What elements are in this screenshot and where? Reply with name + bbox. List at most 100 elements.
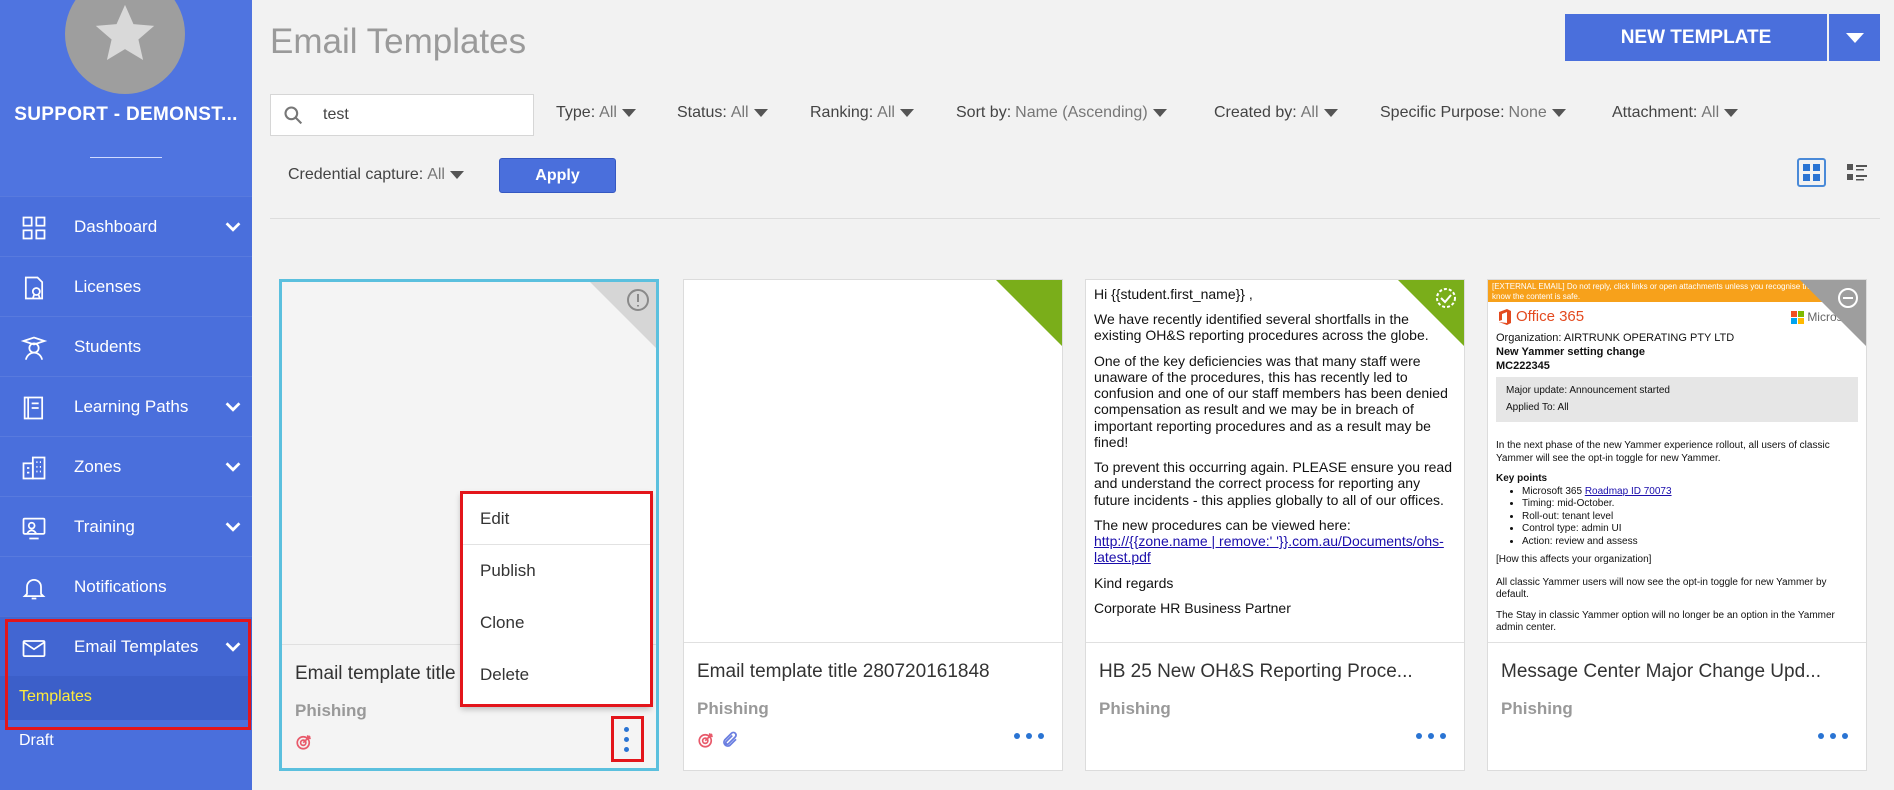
search-box[interactable] <box>270 94 534 136</box>
template-tags <box>295 733 313 751</box>
sidebar-item-zones[interactable]: Zones <box>0 436 252 496</box>
email-signoff: Corporate HR Business Partner <box>1094 599 1291 616</box>
chevron-down-icon[interactable] <box>222 636 244 658</box>
divider <box>90 157 162 158</box>
more-options-button[interactable] <box>1818 731 1848 741</box>
caret-down-icon <box>449 171 464 179</box>
dashboard-icon <box>22 216 46 240</box>
minus-circle-icon <box>1838 288 1858 308</box>
sidebar-item-students[interactable]: Students <box>0 316 252 376</box>
grid-icon <box>1803 164 1820 181</box>
email-paragraph: To prevent this occurring again. PLEASE … <box>1094 459 1452 508</box>
filter-label: Sort by: <box>956 104 1012 121</box>
sidebar-item-notifications[interactable]: Notifications <box>0 556 252 616</box>
target-icon <box>698 733 713 748</box>
email-message-id: MC222345 <box>1496 359 1550 372</box>
sidebar-item-licenses[interactable]: Licenses <box>0 256 252 316</box>
search-icon <box>284 106 303 125</box>
menu-item-publish[interactable]: Publish <box>461 545 651 597</box>
organization-name[interactable]: SUPPORT - DEMONST... <box>0 104 252 126</box>
bell-icon <box>22 578 46 600</box>
template-type: Phishing <box>1099 699 1171 718</box>
email-update-box: Major update: Announcement started Appli… <box>1496 377 1858 423</box>
template-card[interactable]: Hi {{student.first_name}} , We have rece… <box>1085 279 1465 771</box>
list-view-icon[interactable] <box>1845 160 1869 184</box>
template-preview[interactable]: [EXTERNAL EMAIL] Do not reply, click lin… <box>1488 280 1866 642</box>
template-title[interactable]: Message Center Major Change Upd... <box>1501 661 1821 683</box>
dot <box>1428 733 1434 739</box>
caret-down-icon <box>1152 109 1167 117</box>
status-corner <box>996 280 1062 346</box>
list-item: Timing: mid-October. <box>1522 498 1866 511</box>
filter-label: Type: <box>556 104 596 121</box>
email-link[interactable]: http://{{zone.name | remove:' '}}.com.au… <box>1094 533 1444 565</box>
menu-item-edit[interactable]: Edit <box>461 493 651 545</box>
chevron-down-icon[interactable] <box>222 516 244 538</box>
sidebar-item-label: Notifications <box>74 576 167 596</box>
template-preview[interactable]: Hi {{student.first_name}} , We have rece… <box>1086 280 1464 642</box>
chevron-down-icon[interactable] <box>222 456 244 478</box>
page-title: Email Templates <box>270 22 527 61</box>
filter-sort-by[interactable]: Sort by: Name (Ascending) <box>956 104 1167 122</box>
new-template-button[interactable]: NEW TEMPLATE <box>1565 14 1827 61</box>
filter-type[interactable]: Type: All <box>556 104 636 122</box>
template-card[interactable]: Email template title 280720161848 Phishi… <box>683 279 1063 771</box>
search-input[interactable] <box>323 103 523 127</box>
star-icon <box>95 4 155 60</box>
filter-ranking[interactable]: Ranking: All <box>810 104 914 122</box>
sidebar-item-email-templates[interactable]: Email Templates <box>0 616 252 676</box>
dot <box>1818 733 1824 739</box>
template-tags <box>697 731 739 749</box>
menu-item-delete[interactable]: Delete <box>461 649 651 701</box>
template-preview[interactable] <box>684 280 1062 642</box>
sidebar-item-label: Email Templates <box>74 636 199 656</box>
email-paragraph: [How this affects your organization] <box>1496 554 1652 566</box>
menu-item-clone[interactable]: Clone <box>461 597 651 649</box>
sidebar-nav: Dashboard Licenses Students Learning Pat… <box>0 196 252 764</box>
dot <box>1038 733 1044 739</box>
filter-specific-purpose[interactable]: Specific Purpose: None <box>1380 104 1566 122</box>
chevron-down-icon[interactable] <box>222 216 244 238</box>
filter-value: All <box>1300 104 1319 121</box>
new-template-dropdown-button[interactable] <box>1829 14 1880 61</box>
filter-status[interactable]: Status: All <box>677 104 768 122</box>
sidebar-subitem-templates[interactable]: Templates <box>0 676 252 720</box>
apply-button[interactable]: Apply <box>499 158 616 193</box>
sidebar-item-label: Training <box>74 516 135 536</box>
caret-down-icon <box>1551 109 1566 117</box>
email-link[interactable]: Roadmap ID 70073 <box>1585 486 1672 497</box>
grid-view-toggle[interactable] <box>1797 158 1826 187</box>
office-icon <box>1499 309 1511 326</box>
warning-icon <box>627 289 649 311</box>
filter-value: Name (Ascending) <box>1015 104 1148 121</box>
more-options-button[interactable] <box>1014 731 1044 741</box>
sidebar-subitem-draft[interactable]: Draft <box>0 720 252 764</box>
filter-label: Credential capture: <box>288 166 424 183</box>
sidebar-item-learning-paths[interactable]: Learning Paths <box>0 376 252 436</box>
chevron-down-icon[interactable] <box>222 396 244 418</box>
more-options-button[interactable] <box>1416 731 1446 741</box>
filter-label: Attachment: <box>1612 104 1698 121</box>
sidebar-item-label: Zones <box>74 456 122 476</box>
template-info: Email template title 280720161848 Phishi… <box>684 642 1062 770</box>
avatar[interactable] <box>65 0 185 94</box>
filter-label: Specific Purpose: <box>1380 104 1505 121</box>
sidebar-item-training[interactable]: Training <box>0 496 252 556</box>
email-closing: Kind regards <box>1094 574 1174 591</box>
email-paragraph: The new procedures can be viewed here: <box>1094 516 1351 533</box>
filter-credential-capture[interactable]: Credential capture: All <box>288 166 464 184</box>
office365-logo: Office 365 <box>1498 308 1584 327</box>
dot <box>1026 733 1032 739</box>
dot <box>1440 733 1446 739</box>
filter-label: Ranking: <box>810 104 874 121</box>
template-title[interactable]: HB 25 New OH&S Reporting Proce... <box>1099 661 1413 683</box>
filter-attachment[interactable]: Attachment: All <box>1612 104 1739 122</box>
sidebar-item-dashboard[interactable]: Dashboard <box>0 196 252 256</box>
filter-value: All <box>599 104 617 121</box>
template-title[interactable]: Email template title 280720161848 <box>697 661 990 683</box>
training-icon <box>22 517 46 540</box>
caret-down-icon <box>1323 109 1338 117</box>
filter-created-by[interactable]: Created by: All <box>1214 104 1338 122</box>
template-card[interactable]: [EXTERNAL EMAIL] Do not reply, click lin… <box>1487 279 1867 771</box>
card-kebab-menu-button[interactable] <box>611 718 641 760</box>
